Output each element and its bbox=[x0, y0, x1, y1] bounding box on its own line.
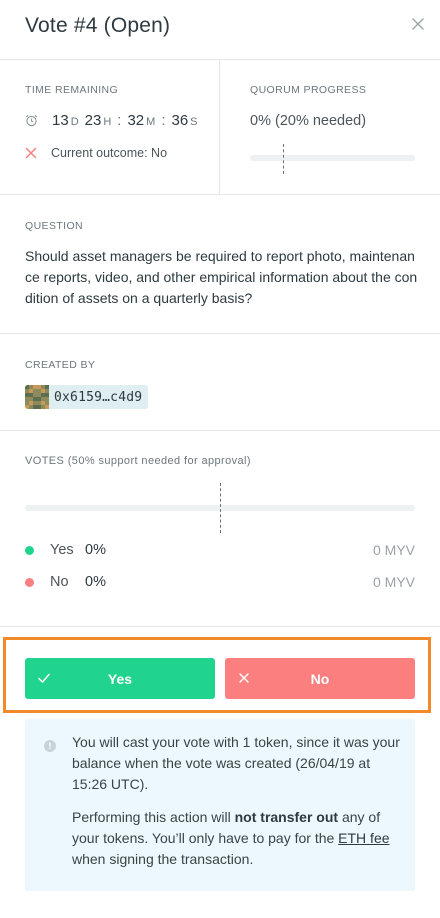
info-transfer-text: Performing this action will not transfer… bbox=[72, 807, 402, 870]
status-row: TIME REMAINING 13 D 23 H : 32 M : 36 S Curre… bbox=[0, 60, 440, 195]
vote-yes-button[interactable]: Yes bbox=[25, 658, 215, 699]
quorum-progress-bar bbox=[250, 155, 415, 161]
close-icon[interactable] bbox=[410, 16, 426, 32]
vote-no-button[interactable]: No bbox=[225, 658, 415, 699]
quorum-label: QUORUM PROGRESS bbox=[250, 84, 367, 96]
countdown-timer: 13 D 23 H : 32 M : 36 S bbox=[25, 112, 204, 129]
quorum-needed-marker bbox=[283, 144, 284, 174]
question-text: Should asset managers be required to rep… bbox=[25, 248, 418, 306]
info-not-transfer-out: not transfer out bbox=[234, 809, 339, 825]
yes-amount: 0 MYV bbox=[372, 542, 415, 558]
creator-address-badge[interactable]: 0x6159…c4d9 bbox=[25, 385, 149, 409]
no-percent: 0% bbox=[85, 574, 106, 590]
time-separator: : bbox=[161, 112, 166, 129]
quorum-section: QUORUM PROGRESS 0% (20% needed) bbox=[220, 60, 440, 194]
current-outcome: Current outcome: No bbox=[25, 146, 167, 160]
info-transfer-text-c: when signing the transaction. bbox=[72, 851, 254, 867]
hours-value: 23 bbox=[84, 112, 102, 129]
panel-header: Vote #4 (Open) bbox=[0, 0, 440, 60]
close-icon bbox=[237, 671, 251, 685]
time-separator: : bbox=[117, 112, 122, 129]
minutes-value: 32 bbox=[127, 112, 145, 129]
alarm-clock-icon bbox=[25, 114, 38, 127]
vote-yes-label: Yes bbox=[107, 670, 133, 687]
created-by-label: CREATED BY bbox=[25, 359, 96, 371]
no-label: No bbox=[50, 574, 69, 590]
vote-row-no: No 0% 0 MYV bbox=[25, 574, 415, 590]
votes-label: VOTES (50% support needed for approval) bbox=[25, 455, 251, 467]
days-unit: D bbox=[70, 116, 79, 128]
minutes-unit: M bbox=[146, 116, 156, 128]
time-remaining-section: TIME REMAINING 13 D 23 H : 32 M : 36 S Curre… bbox=[0, 60, 220, 194]
info-token-balance-text: You will cast your vote with 1 token, si… bbox=[72, 734, 400, 792]
vote-row-yes: Yes 0% 0 MYV bbox=[25, 542, 415, 558]
no-amount: 0 MYV bbox=[372, 574, 415, 590]
panel-title: Vote #4 (Open) bbox=[25, 14, 171, 37]
question-label: QUESTION bbox=[25, 220, 84, 232]
eth-fee-link[interactable]: ETH fee bbox=[338, 830, 389, 846]
votes-section: VOTES (50% support needed for approval) … bbox=[0, 431, 440, 627]
time-remaining-label: TIME REMAINING bbox=[25, 84, 119, 96]
support-needed-marker bbox=[220, 483, 221, 533]
hours-unit: H bbox=[103, 116, 112, 128]
yes-label: Yes bbox=[50, 542, 74, 558]
current-outcome-text: Current outcome: No bbox=[51, 146, 168, 160]
cross-icon bbox=[25, 147, 37, 159]
question-section: QUESTION Should asset managers be requir… bbox=[0, 195, 440, 334]
created-by-section: CREATED BY 0x6159…c4d9 bbox=[0, 334, 440, 431]
yes-dot-icon bbox=[25, 545, 34, 555]
seconds-unit: S bbox=[190, 116, 198, 128]
info-transfer-text-a: Performing this action will bbox=[72, 809, 235, 825]
info-box: ! You will cast your vote with 1 token, … bbox=[25, 719, 415, 891]
no-dot-icon bbox=[25, 577, 34, 587]
check-icon bbox=[37, 671, 51, 685]
quorum-progress-text: 0% (20% needed) bbox=[250, 113, 367, 129]
seconds-value: 36 bbox=[171, 112, 189, 129]
days-value: 13 bbox=[52, 112, 69, 129]
creator-address: 0x6159…c4d9 bbox=[54, 389, 143, 405]
identicon-avatar bbox=[25, 385, 49, 409]
yes-percent: 0% bbox=[85, 542, 106, 558]
info-icon: ! bbox=[44, 740, 56, 752]
vote-no-label: No bbox=[310, 670, 330, 687]
